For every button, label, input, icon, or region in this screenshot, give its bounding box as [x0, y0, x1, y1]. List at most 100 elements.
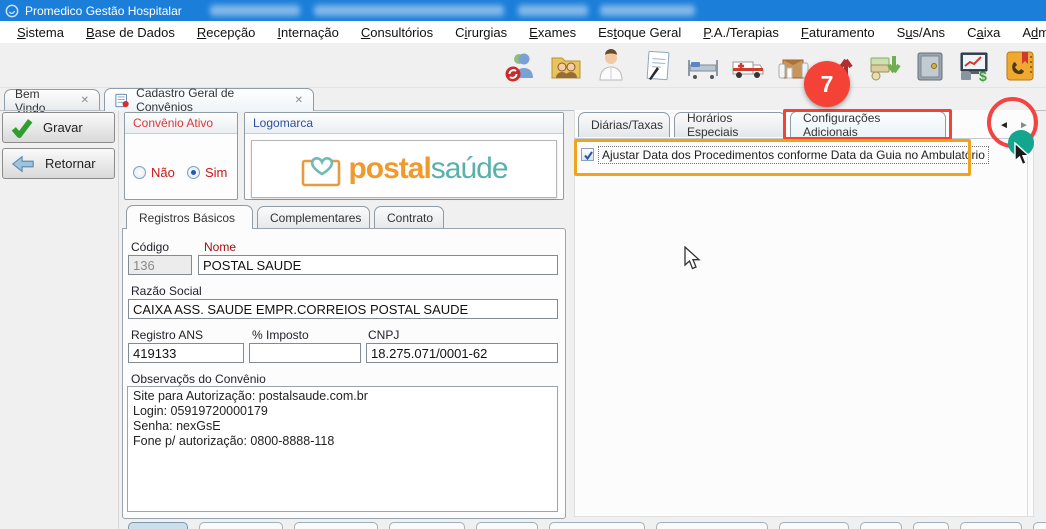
revenue-up-icon[interactable]: [820, 48, 856, 84]
subtab-complementares[interactable]: Complementares: [257, 206, 370, 229]
label-part: C: [361, 25, 370, 40]
nome-input[interactable]: [198, 255, 558, 275]
registro-ans-input[interactable]: [128, 343, 244, 363]
menu-item-faturamento[interactable]: Faturamento: [790, 22, 886, 43]
radio-sim[interactable]: Sim: [187, 165, 227, 180]
bottom-tab-stub[interactable]: [960, 522, 1022, 529]
bottom-tab-stub[interactable]: [860, 522, 902, 529]
label-part: rurgias: [467, 25, 507, 40]
expense-down-icon[interactable]: [867, 48, 903, 84]
label-part: Es: [598, 25, 613, 40]
bottom-tab-stub[interactable]: [1033, 522, 1046, 529]
sidebar-divider: [118, 110, 119, 529]
finance-chart-icon[interactable]: $: [957, 48, 993, 84]
tab-cadastro-geral-convenios[interactable]: Cadastro Geral de Convênios ✕: [104, 88, 314, 111]
menu-item-pa-terapias[interactable]: P.A./Terapias: [692, 22, 790, 43]
tab-bem-vindo[interactable]: Bem Vindo ✕: [4, 89, 100, 111]
redacted-user-text: [518, 5, 588, 16]
folder-users-icon[interactable]: [548, 48, 584, 84]
tab-label: Diárias/Taxas: [591, 118, 663, 132]
redacted-version-text: [210, 5, 300, 16]
ajustar-data-checkbox[interactable]: [581, 148, 594, 161]
check-icon: [11, 118, 33, 138]
menu-bar: Sistema Base de Dados Recepção Internaçã…: [0, 21, 1046, 43]
title-bar: Promedico Gestão Hospitalar: [0, 0, 1046, 21]
label-part: s/Ans: [913, 25, 946, 40]
contract-icon[interactable]: [640, 48, 676, 84]
registro-ans-label: Registro ANS: [131, 328, 203, 342]
supplies-icon[interactable]: [775, 48, 811, 84]
menu-item-administracao[interactable]: Administração: [1011, 22, 1046, 43]
ambulance-icon[interactable]: [730, 48, 766, 84]
tab-horarios-especiais[interactable]: Horários Especiais: [674, 112, 786, 137]
label-part: onsultórios: [370, 25, 433, 40]
save-button[interactable]: Gravar: [2, 112, 115, 143]
redacted-version-text: [314, 5, 504, 16]
menu-item-estoque-geral[interactable]: Estoque Geral: [587, 22, 692, 43]
redacted-date-text: [600, 5, 695, 16]
subtab-contrato[interactable]: Contrato: [374, 206, 444, 229]
document-icon: [115, 93, 129, 108]
bottom-tab-stub[interactable]: [656, 522, 768, 529]
razao-social-input[interactable]: [128, 299, 558, 319]
menu-item-internacao[interactable]: Internação: [266, 22, 349, 43]
bottom-tab-stub[interactable]: [294, 522, 378, 529]
safe-icon[interactable]: [912, 48, 948, 84]
menu-item-sistema[interactable]: Sistema: [6, 22, 75, 43]
close-icon[interactable]: ✕: [81, 95, 89, 106]
label-part: B: [86, 25, 95, 40]
menu-item-base-de-dados[interactable]: Base de Dados: [75, 22, 186, 43]
subtab-label: Registros Básicos: [139, 211, 235, 225]
bottom-tab-stub[interactable]: [913, 522, 949, 529]
razao-social-label: Razão Social: [131, 284, 202, 298]
return-button[interactable]: Retornar: [2, 148, 115, 179]
cnpj-input[interactable]: [366, 343, 558, 363]
radio-nao[interactable]: Não: [133, 165, 175, 180]
sync-user-icon[interactable]: [502, 48, 538, 84]
bottom-tab-stub[interactable]: [128, 522, 188, 529]
svg-text:$: $: [979, 68, 987, 84]
tab-label: Cadastro Geral de Convênios: [136, 86, 285, 114]
menu-item-sus-ans[interactable]: Sus/Ans: [886, 22, 956, 43]
bottom-tab-stub[interactable]: [779, 522, 849, 529]
bottom-tab-stub[interactable]: [476, 522, 538, 529]
label-part: R: [197, 25, 206, 40]
label-part: A: [1022, 25, 1031, 40]
logomarca-group: Logomarca postalsaúde: [244, 112, 564, 200]
checkmark-icon: [583, 150, 594, 161]
nome-label: Nome: [204, 240, 236, 254]
label-part: S: [897, 25, 906, 40]
tab-scroll-left-icon[interactable]: ◄: [999, 120, 1009, 131]
bottom-tab-stub[interactable]: [199, 522, 283, 529]
menu-item-recepcao[interactable]: Recepção: [186, 22, 267, 43]
menu-item-consultorios[interactable]: Consultórios: [350, 22, 444, 43]
subtab-registros-basicos[interactable]: Registros Básicos: [126, 205, 253, 229]
bottom-tab-stub[interactable]: [549, 522, 645, 529]
menu-item-caixa[interactable]: Caixa: [956, 22, 1011, 43]
label-part: u: [905, 25, 912, 40]
menu-item-cirurgias[interactable]: Cirurgias: [444, 22, 518, 43]
toolbar: $: [0, 43, 1046, 88]
postal-saude-logo-icon: [300, 150, 344, 188]
tab-label: Configurações Adicionais: [803, 111, 933, 139]
label-part: nternação: [281, 25, 339, 40]
tab-scroll-right-icon[interactable]: ►: [1019, 120, 1029, 131]
radio-sim-label: Sim: [205, 165, 227, 180]
close-icon[interactable]: ✕: [295, 95, 303, 106]
menu-item-exames[interactable]: Exames: [518, 22, 587, 43]
convenio-ativo-group: Convênio Ativo Não Sim: [124, 112, 238, 200]
imposto-input[interactable]: [249, 343, 361, 363]
phonebook-icon[interactable]: [1002, 48, 1038, 84]
codigo-input[interactable]: [128, 255, 192, 275]
tab-diarias-taxas[interactable]: Diárias/Taxas: [578, 112, 670, 137]
logomarca-title: Logomarca: [245, 113, 563, 134]
bottom-tab-stub[interactable]: [389, 522, 465, 529]
doctor-icon[interactable]: [593, 48, 629, 84]
app-icon: [5, 4, 19, 18]
hospital-bed-icon[interactable]: [685, 48, 721, 84]
subtab-label: Contrato: [387, 211, 433, 225]
observacoes-textarea[interactable]: Site para Autorização: postalsaude.com.b…: [127, 386, 558, 512]
tab-configuracoes-adicionais[interactable]: Configurações Adicionais: [790, 111, 946, 138]
radio-icon[interactable]: [133, 166, 146, 179]
radio-icon[interactable]: [187, 166, 200, 179]
